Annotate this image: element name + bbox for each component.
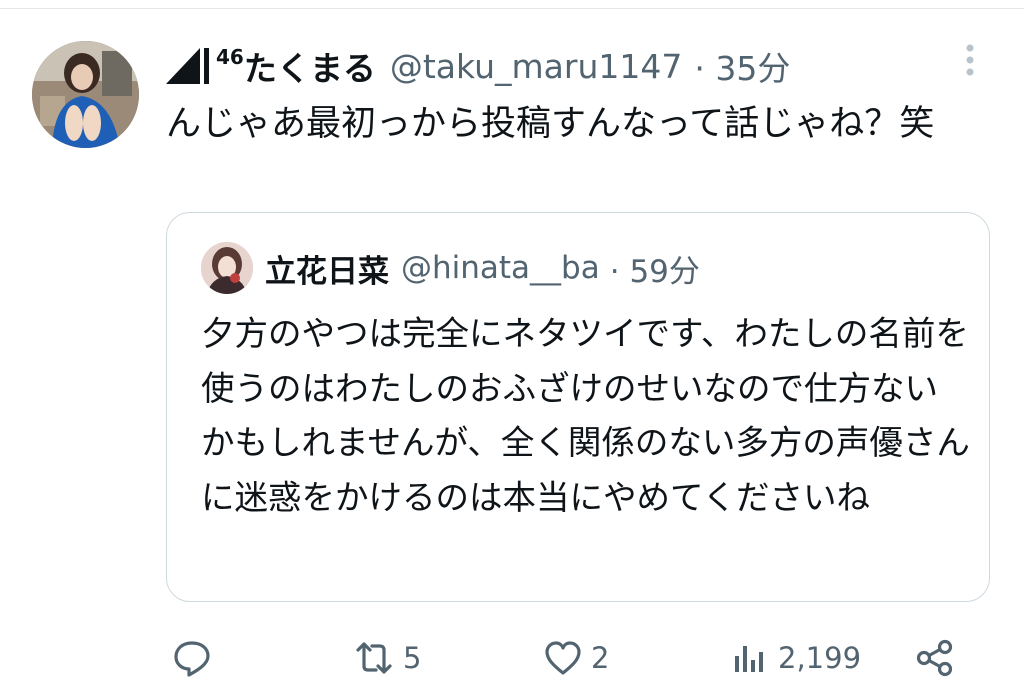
tweet-text: んじゃあ最初っから投稿すんなって話じゃね？笑 bbox=[166, 104, 935, 144]
quoted-tweet-card[interactable]: 立花日菜 @hinata__ba · 59分 夕方のやつは完全にネタツイです、わ… bbox=[166, 212, 990, 602]
like-button[interactable]: 2 bbox=[543, 628, 609, 688]
quoted-tweet-time: · 59分 bbox=[609, 253, 700, 290]
quoted-author-name: 立花日菜 bbox=[265, 253, 389, 290]
more-options-icon[interactable] bbox=[958, 44, 982, 80]
author-badge: 46 bbox=[216, 45, 244, 69]
quoted-tweet-text: 夕方のやつは完全にネタツイです、わたしの名前を使うのはわたしのおふざけのせいなの… bbox=[201, 314, 970, 517]
quoted-tweet-header: 立花日菜 @hinata__ba · 59分 bbox=[265, 243, 700, 293]
reply-icon bbox=[174, 641, 210, 677]
like-icon bbox=[545, 641, 581, 675]
retweet-button[interactable]: 5 bbox=[353, 628, 421, 688]
tweet-header: 46たくまる @taku_maru1147 · 35分 bbox=[166, 40, 790, 92]
reply-button[interactable] bbox=[172, 628, 220, 688]
quoted-author-handle: @hinata__ba bbox=[401, 250, 600, 286]
views-button[interactable]: 2,199 bbox=[730, 628, 861, 688]
author-handle[interactable]: @taku_maru1147 bbox=[390, 47, 683, 86]
quoted-author-avatar bbox=[201, 242, 253, 294]
author-name[interactable]: 46たくまる bbox=[216, 42, 376, 90]
like-count: 2 bbox=[591, 641, 610, 675]
group-logo-icon bbox=[166, 48, 209, 84]
author-name-text: たくまる bbox=[243, 49, 376, 88]
views-count: 2,199 bbox=[778, 641, 862, 675]
top-divider bbox=[0, 8, 1024, 9]
retweet-count: 5 bbox=[403, 641, 422, 675]
author-avatar[interactable] bbox=[32, 41, 139, 148]
share-icon bbox=[916, 639, 953, 677]
tweet-time[interactable]: · 35分 bbox=[694, 42, 790, 90]
tweet-actions-bar: 5 2 2,199 bbox=[0, 628, 1024, 688]
share-button[interactable] bbox=[915, 628, 955, 688]
retweet-icon bbox=[356, 642, 392, 674]
views-icon bbox=[735, 646, 763, 672]
